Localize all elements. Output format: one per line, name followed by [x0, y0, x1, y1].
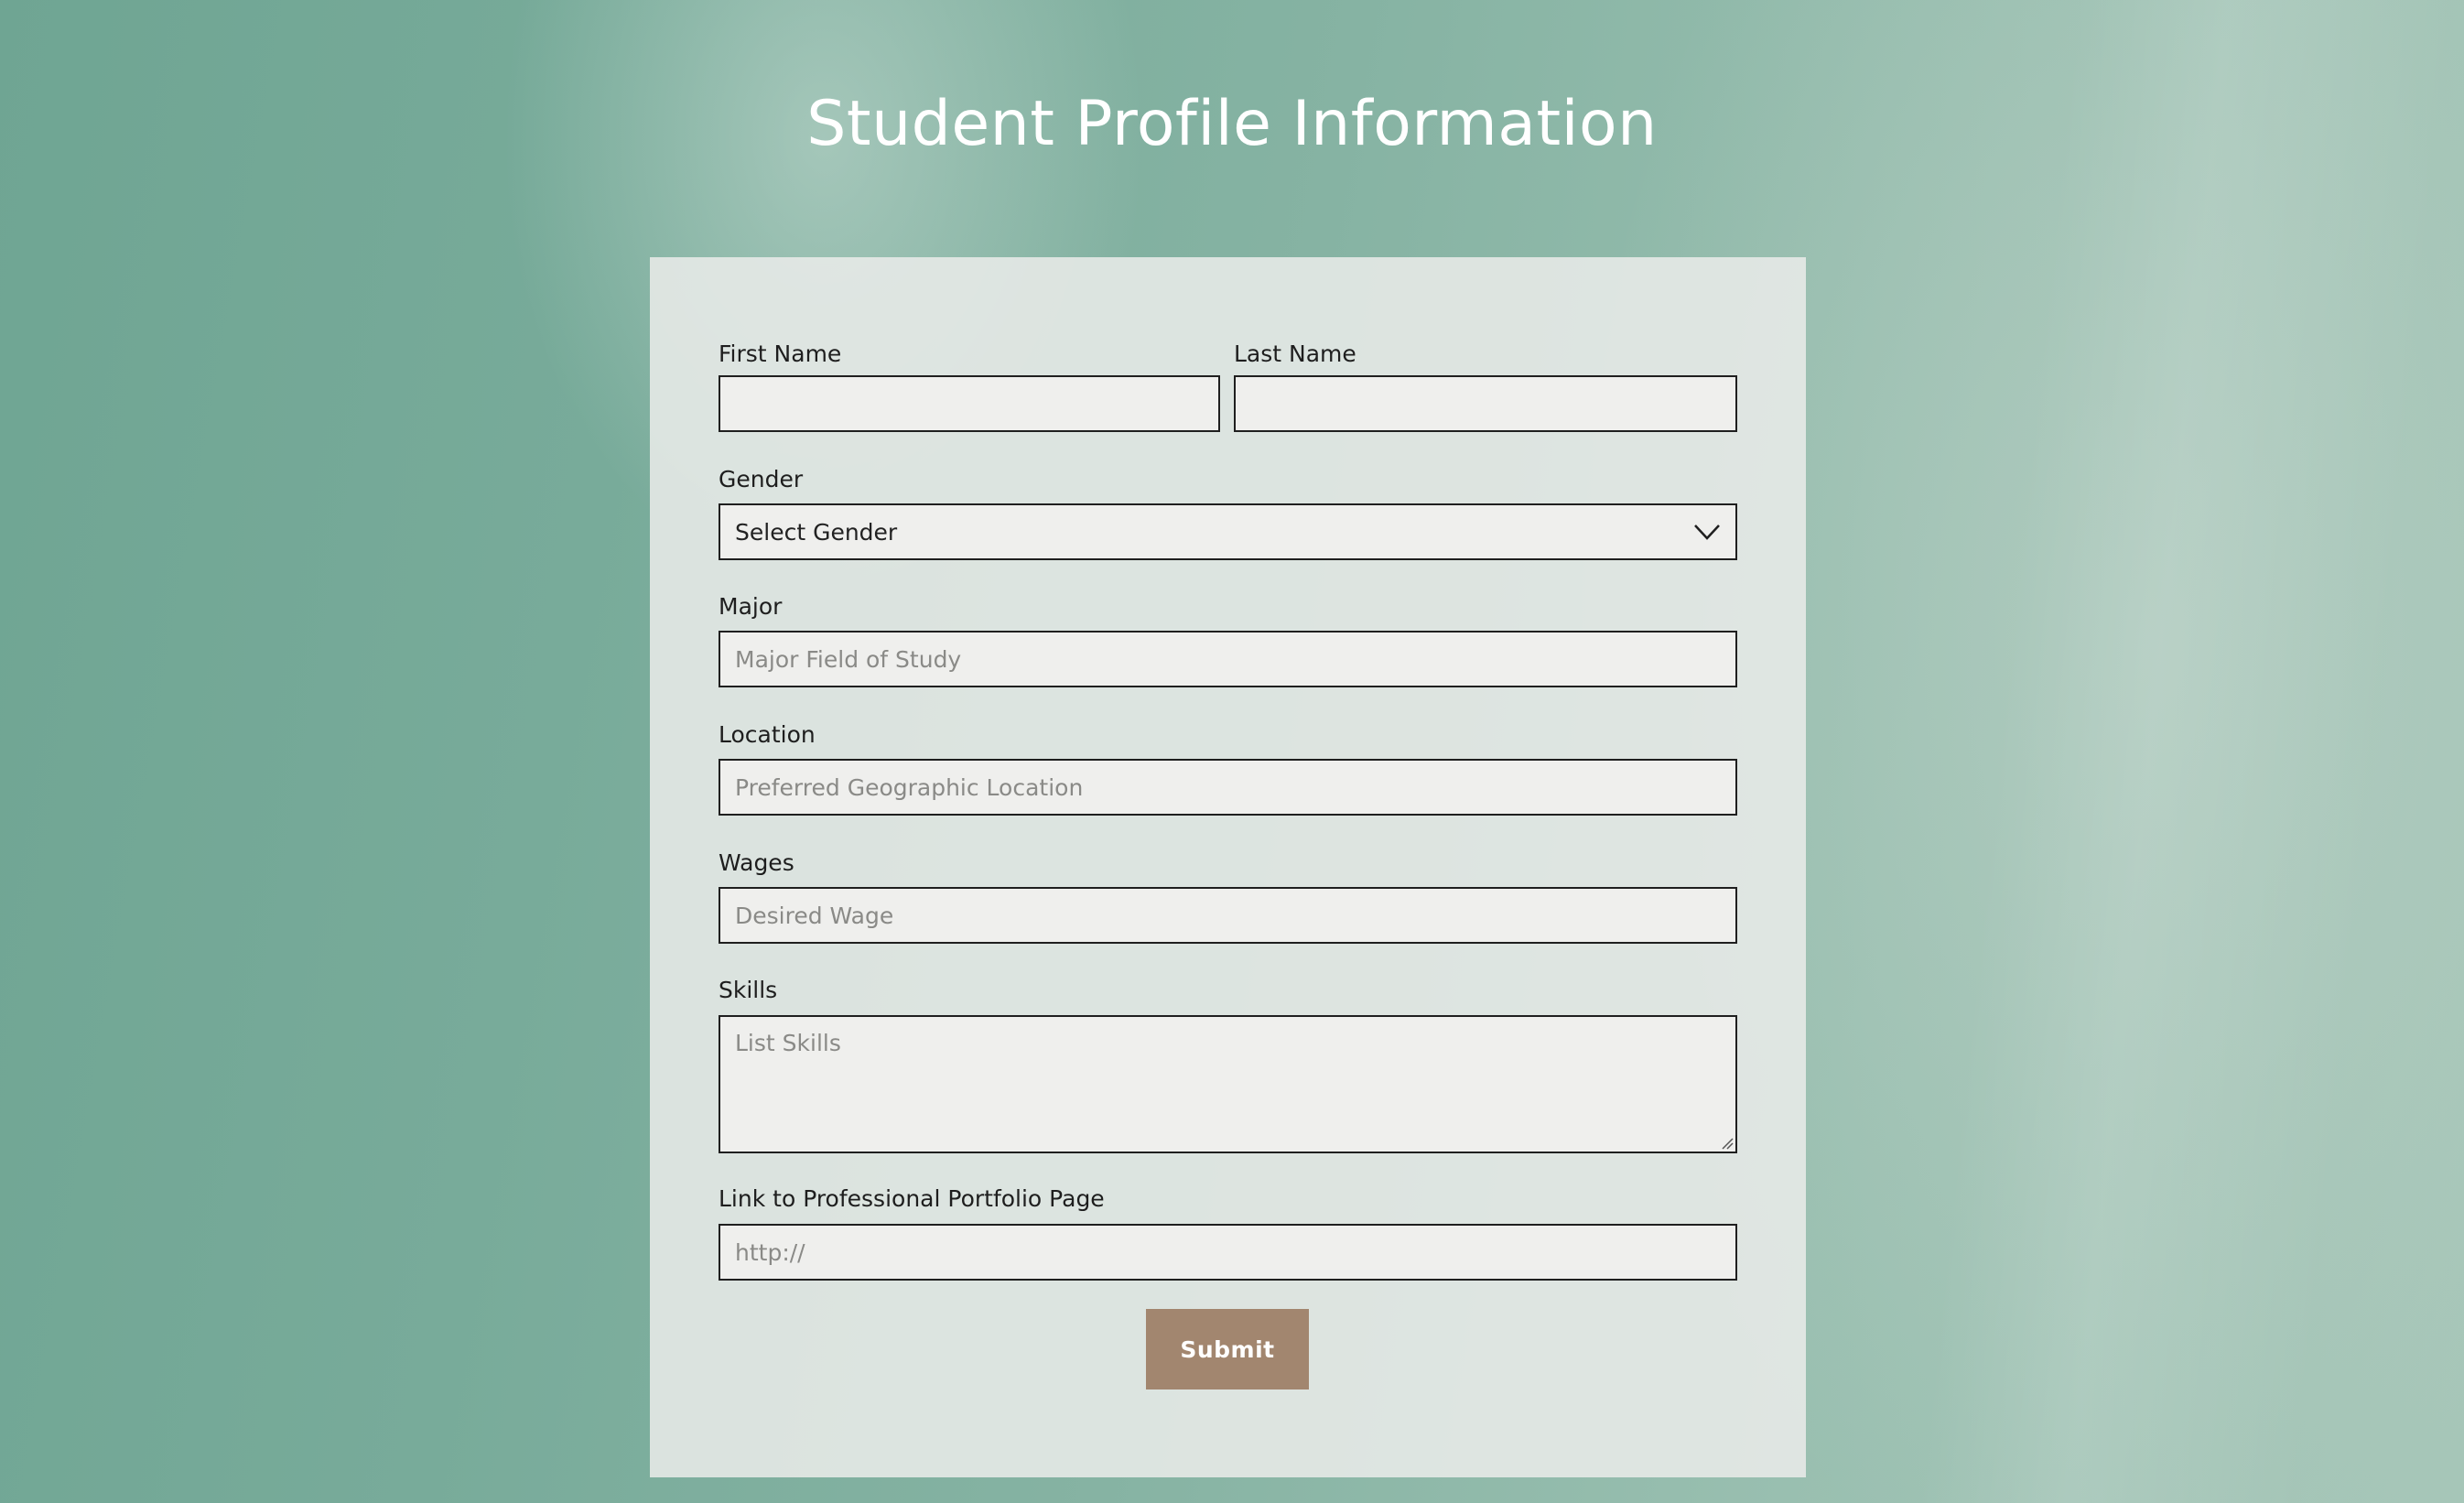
- page-title: Student Profile Information: [806, 88, 1658, 160]
- location-label: Location: [719, 721, 816, 748]
- chevron-down-icon: [1694, 524, 1720, 540]
- wages-label: Wages: [719, 849, 794, 876]
- last-name-label: Last Name: [1234, 341, 1356, 367]
- wages-input[interactable]: [719, 887, 1737, 944]
- location-input[interactable]: [719, 759, 1737, 816]
- first-name-input[interactable]: [719, 375, 1220, 432]
- portfolio-link-input[interactable]: [719, 1224, 1737, 1281]
- major-input[interactable]: [719, 631, 1737, 687]
- first-name-label: First Name: [719, 341, 842, 367]
- skills-field-wrapper: [719, 1015, 1737, 1153]
- gender-selected-value: Select Gender: [735, 518, 898, 546]
- skills-label: Skills: [719, 977, 778, 1003]
- student-profile-form: First Name Last Name Gender Select Gende…: [650, 257, 1806, 1477]
- major-label: Major: [719, 593, 783, 620]
- background-wash: [1916, 0, 2459, 1503]
- resize-grip-icon[interactable]: [1721, 1137, 1734, 1150]
- last-name-input[interactable]: [1234, 375, 1737, 432]
- portfolio-label: Link to Professional Portfolio Page: [719, 1185, 1105, 1212]
- gender-select[interactable]: Select Gender: [719, 503, 1737, 560]
- gender-label: Gender: [719, 466, 804, 492]
- submit-button[interactable]: Submit: [1146, 1309, 1309, 1389]
- skills-textarea[interactable]: [719, 1015, 1737, 1153]
